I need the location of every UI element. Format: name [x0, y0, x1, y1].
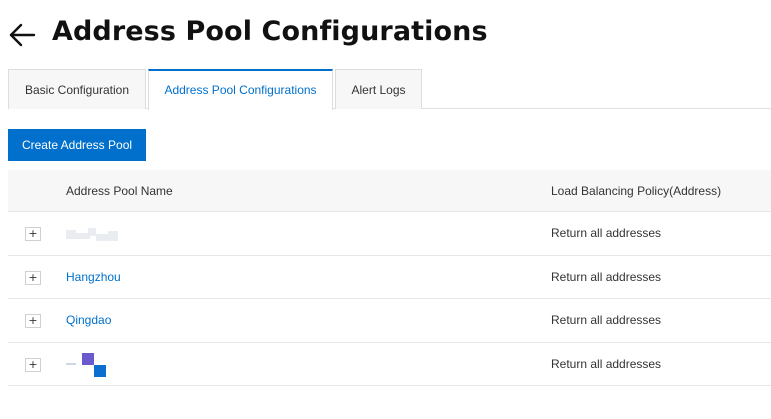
table-row: + Qingdao Return all addresses: [8, 299, 771, 343]
pool-name-link[interactable]: Qingdao: [66, 299, 111, 342]
table-header: Address Pool Name Load Balancing Policy(…: [8, 170, 771, 212]
obscured-pool-name[interactable]: [66, 351, 110, 379]
tab-basic-configuration[interactable]: Basic Configuration: [8, 69, 146, 109]
policy-cell: Return all addresses: [551, 356, 662, 371]
column-header-policy: Load Balancing Policy(Address): [551, 184, 722, 198]
expand-icon[interactable]: +: [25, 270, 41, 285]
create-address-pool-button[interactable]: Create Address Pool: [8, 129, 146, 161]
expand-icon[interactable]: +: [25, 227, 41, 241]
policy-cell: Return all addresses: [551, 269, 662, 284]
expand-icon[interactable]: +: [25, 314, 41, 328]
table-row: + Return all addresses: [8, 343, 771, 386]
expand-icon[interactable]: +: [25, 357, 41, 372]
tab-bar: Basic Configuration Address Pool Configu…: [8, 69, 771, 110]
tab-alert-logs[interactable]: Alert Logs: [335, 69, 422, 109]
page-title: Address Pool Configurations: [52, 16, 488, 47]
arrow-left-icon: [9, 23, 36, 47]
page-header: Address Pool Configurations: [0, 0, 771, 70]
address-pool-table: Address Pool Name Load Balancing Policy(…: [8, 170, 771, 386]
table-row: + Return all addresses: [8, 212, 771, 256]
policy-cell: Return all addresses: [551, 226, 662, 240]
pool-name-link[interactable]: Hangzhou: [66, 256, 121, 299]
obscured-pool-name[interactable]: [66, 228, 118, 242]
column-header-name: Address Pool Name: [66, 184, 173, 198]
table-row: + Hangzhou Return all addresses: [8, 256, 771, 299]
tab-address-pool-configurations[interactable]: Address Pool Configurations: [148, 69, 333, 110]
policy-cell: Return all addresses: [551, 313, 662, 327]
back-button[interactable]: [8, 20, 38, 50]
